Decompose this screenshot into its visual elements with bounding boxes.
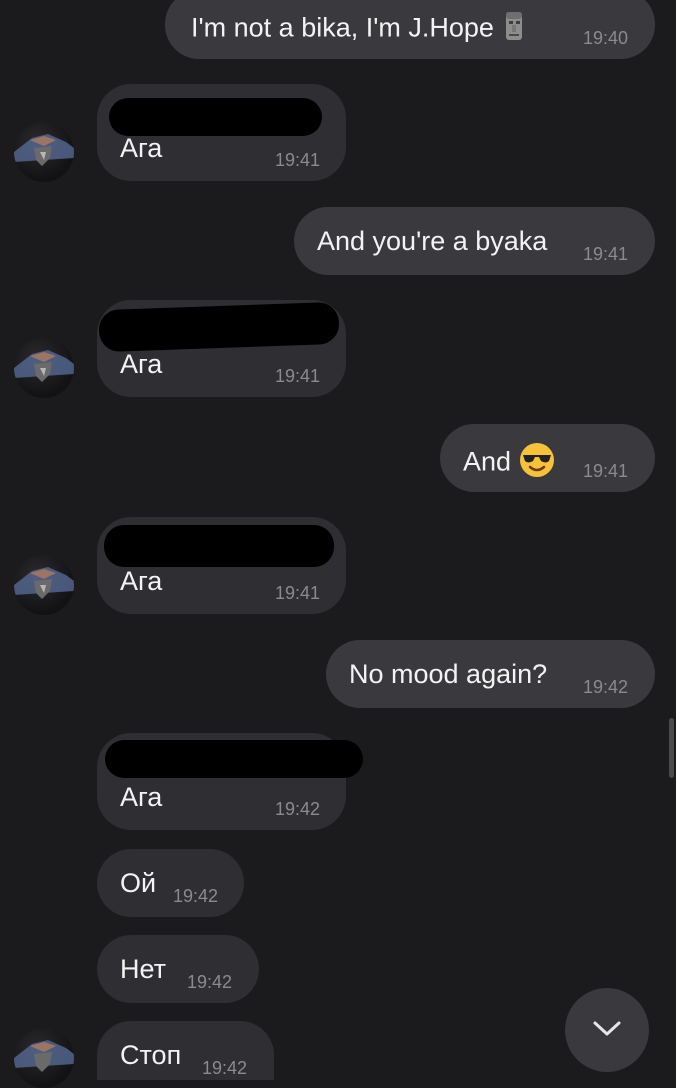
message-timestamp: 19:41 [583, 461, 629, 481]
avatar[interactable] [14, 555, 74, 615]
message-timestamp: 19:40 [583, 28, 629, 48]
message-timestamp: 19:42 [187, 972, 233, 992]
avatar[interactable] [14, 122, 74, 182]
message-text: Ой [120, 868, 157, 898]
scrollbar[interactable] [669, 718, 674, 778]
redacted-reply-preview [104, 525, 334, 567]
message-timestamp: 19:42 [202, 1058, 248, 1078]
message-text: I'm not a bika, I'm J.Hope [191, 10, 527, 49]
redacted-reply-preview [98, 301, 340, 353]
message-text: Стоп [120, 1040, 182, 1070]
message-text: Ага [120, 566, 163, 596]
avatar[interactable] [14, 338, 74, 398]
message-bubble-outgoing[interactable]: I'm not a bika, I'm J.Hope 19:40 [165, 0, 655, 59]
smiling-face-with-sunglasses-icon [519, 442, 555, 485]
message-timestamp: 19:41 [275, 583, 321, 603]
message-bubble-incoming[interactable]: Ага 19:41 [97, 84, 346, 181]
message-bubble-incoming[interactable]: Ой 19:42 [97, 849, 244, 917]
message-text: And you're a byaka [317, 226, 548, 256]
message-timestamp: 19:41 [275, 150, 321, 170]
message-bubble-outgoing[interactable]: And you're a byaka 19:41 [294, 207, 655, 275]
redacted-reply-preview [105, 740, 363, 778]
message-bubble-outgoing[interactable]: And 19:41 [440, 424, 655, 492]
moai-icon [501, 10, 527, 49]
message-text: No mood again? [349, 659, 548, 689]
message-bubble-incoming[interactable]: Стоп 19:42 [97, 1021, 274, 1080]
message-text-content: I'm not a bika, I'm J.Hope [191, 12, 494, 43]
message-text: And [463, 442, 555, 485]
message-text-content: And [463, 446, 512, 477]
message-timestamp: 19:42 [173, 886, 219, 906]
message-timestamp: 19:41 [583, 244, 629, 264]
message-timestamp: 19:42 [275, 799, 321, 819]
scroll-down-button[interactable] [565, 988, 649, 1072]
message-bubble-incoming[interactable]: Ага 19:42 [97, 733, 363, 830]
message-text: Ага [120, 782, 163, 812]
message-text: Нет [120, 954, 166, 984]
message-timestamp: 19:42 [583, 677, 629, 697]
chevron-down-icon [593, 1021, 621, 1036]
message-bubble-incoming[interactable]: Ага 19:41 [97, 300, 346, 397]
message-timestamp: 19:41 [275, 366, 321, 386]
message-text: Ага [120, 349, 163, 379]
avatar[interactable] [14, 1028, 74, 1088]
message-bubble-incoming[interactable]: Нет 19:42 [97, 935, 259, 1003]
redacted-reply-preview [109, 98, 322, 136]
message-bubble-incoming[interactable]: Ага 19:41 [97, 517, 346, 614]
message-bubble-outgoing[interactable]: No mood again? 19:42 [326, 640, 655, 708]
message-text: Ага [120, 133, 163, 163]
